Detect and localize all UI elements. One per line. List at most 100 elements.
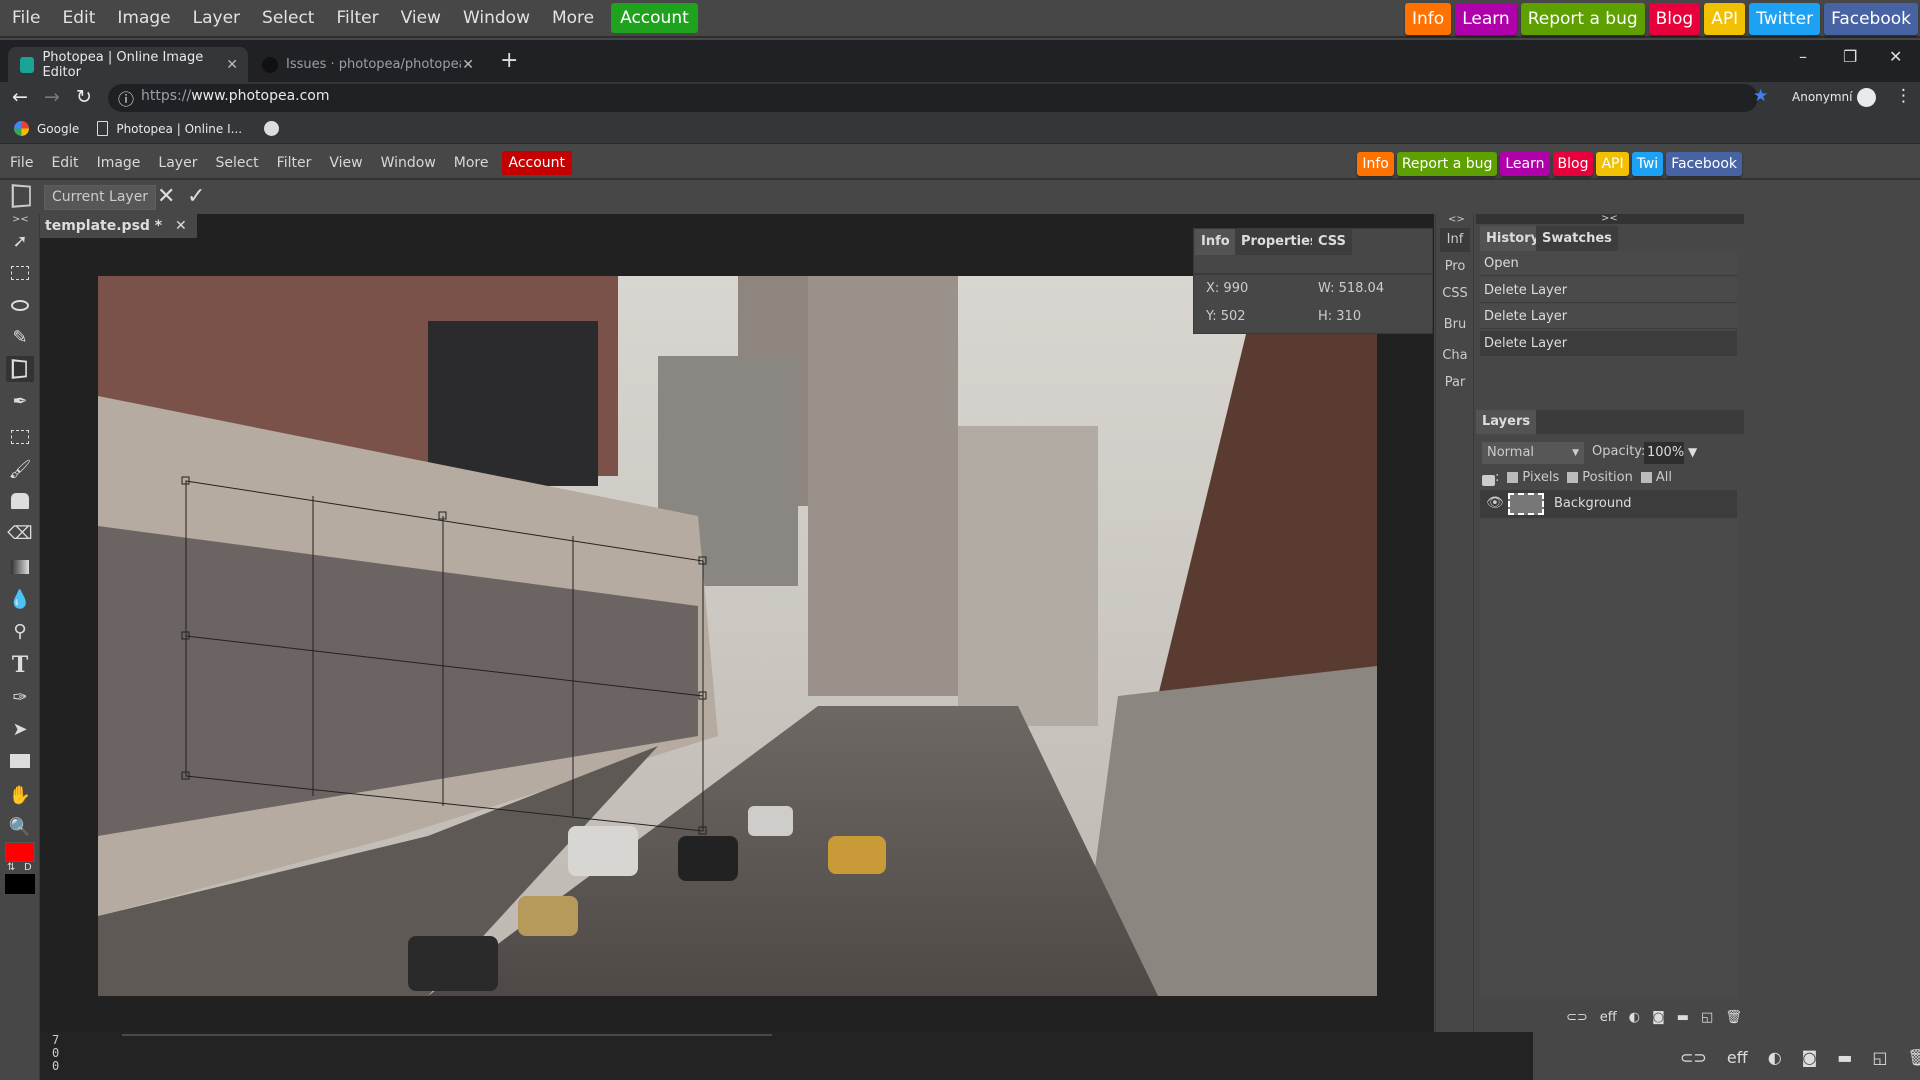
layer-mask-icon[interactable]: ◙ [1802, 1048, 1818, 1067]
pen-tool[interactable]: ✑ [6, 684, 34, 710]
delete-layer-trash-icon[interactable]: 🗑 [1725, 1010, 1742, 1025]
outer-blog-link[interactable]: Blog [1648, 3, 1701, 35]
swap-colors-icon[interactable]: ⇅ [7, 862, 15, 873]
document-tab-close-icon[interactable]: ✕ [175, 218, 187, 234]
background-color-swatch[interactable] [5, 874, 35, 894]
gradient-tool[interactable] [6, 554, 34, 580]
lasso-tool[interactable] [6, 292, 34, 318]
outer-twitter-link[interactable]: Twitter [1749, 3, 1821, 35]
clone-stamp-tool[interactable] [6, 488, 34, 514]
tab-close-icon[interactable]: ✕ [226, 57, 238, 73]
target-layer-select[interactable]: Current Layer [44, 185, 157, 210]
lock-position-checkbox[interactable] [1567, 471, 1579, 483]
url-text[interactable]: https://www.photopea.com [141, 88, 330, 104]
panel-shortcut-brush[interactable]: Bru [1440, 313, 1470, 337]
menu-more[interactable]: More [445, 155, 498, 171]
browser-tab-photopea[interactable]: Photopea | Online Image Editor ✕ [8, 47, 248, 82]
outer-menu-filter[interactable]: Filter [325, 0, 389, 36]
restore-button[interactable]: ❐ [1843, 47, 1857, 66]
outer-report-bug-link[interactable]: Report a bug [1520, 3, 1645, 35]
tab-swatches[interactable]: Swatches [1536, 226, 1618, 252]
facebook-link[interactable]: Facebook [1666, 152, 1742, 176]
outer-info-link[interactable]: Info [1405, 3, 1452, 35]
info-link[interactable]: Info [1357, 152, 1394, 176]
foreground-color-swatch[interactable] [5, 842, 35, 862]
learn-link[interactable]: Learn [1500, 152, 1550, 176]
new-group-folder-icon[interactable]: ▬ [1837, 1048, 1852, 1067]
lock-pixels-checkbox[interactable] [1507, 471, 1519, 483]
panel-shortcut-info[interactable]: Inf [1440, 228, 1470, 252]
tab-close-icon[interactable]: ✕ [462, 57, 474, 73]
document-tab[interactable]: template.psd * ✕ [40, 214, 197, 238]
history-item[interactable]: Delete Layer [1480, 331, 1737, 356]
menu-window[interactable]: Window [372, 155, 445, 171]
collapse-toolbar-handle[interactable]: >< [12, 214, 29, 225]
menu-edit[interactable]: Edit [42, 155, 87, 171]
panel-shortcut-paragraph[interactable]: Par [1440, 371, 1470, 395]
history-item[interactable]: Open [1480, 251, 1737, 276]
new-tab-button[interactable]: + [500, 48, 518, 73]
layer-mask-icon[interactable]: ◙ [1652, 1010, 1665, 1025]
outer-menu-file[interactable]: File [0, 0, 51, 36]
browser-tab-issues[interactable]: Issues · photopea/photopea · Gi ✕ [250, 47, 484, 82]
outer-account-button[interactable]: Account [611, 3, 698, 33]
browser-menu-icon[interactable]: ⋮ [1895, 86, 1912, 106]
shape-tool[interactable] [6, 748, 34, 774]
adjustment-layer-icon[interactable]: ◐ [1768, 1048, 1782, 1067]
account-button[interactable]: Account [501, 151, 573, 175]
canvas-image[interactable] [98, 276, 1377, 996]
expand-panels-handle[interactable]: <> [1448, 214, 1465, 225]
eyedropper-tool[interactable]: ✒ [6, 388, 34, 414]
bookmark-photopea[interactable]: Photopea | Online I... [97, 121, 242, 136]
panel-shortcut-css[interactable]: CSS [1440, 282, 1470, 306]
patch-tool[interactable] [6, 424, 34, 450]
default-colors-icon[interactable]: D [24, 862, 32, 873]
incognito-icon[interactable] [1857, 88, 1876, 107]
tab-properties[interactable]: Properties [1235, 229, 1324, 255]
site-info-icon[interactable]: ⓘ [118, 86, 134, 110]
cancel-transform-button[interactable]: ✕ [157, 184, 175, 209]
zoom-tool[interactable]: 🔍 [6, 814, 34, 840]
lock-all-checkbox[interactable] [1640, 471, 1652, 483]
collapse-panels-handle[interactable]: >< [1601, 213, 1618, 224]
history-item[interactable]: Delete Layer [1480, 278, 1737, 303]
horizontal-scrollbar[interactable] [122, 1034, 772, 1036]
type-tool[interactable]: T [6, 652, 34, 678]
delete-layer-trash-icon[interactable]: 🗑 [1907, 1048, 1920, 1067]
effects-button[interactable]: eff [1600, 1010, 1617, 1025]
forward-button[interactable]: → [44, 86, 60, 108]
outer-facebook-link[interactable]: Facebook [1824, 3, 1918, 35]
blog-link[interactable]: Blog [1552, 152, 1594, 176]
move-tool[interactable]: ➚ [6, 228, 34, 254]
adjustment-layer-icon[interactable]: ◐ [1629, 1010, 1640, 1025]
effects-button[interactable]: eff [1727, 1048, 1748, 1067]
tab-info[interactable]: Info [1195, 229, 1236, 255]
menu-select[interactable]: Select [206, 155, 267, 171]
blend-mode-select[interactable]: Normal ▼ [1482, 442, 1584, 464]
panel-shortcut-character[interactable]: Cha [1440, 344, 1470, 368]
outer-menu-edit[interactable]: Edit [51, 0, 106, 36]
commit-transform-button[interactable]: ✓ [187, 184, 205, 209]
window-close-button[interactable]: ✕ [1889, 47, 1902, 66]
hand-tool[interactable]: ✋ [6, 782, 34, 808]
panel-shortcut-properties[interactable]: Pro [1440, 255, 1470, 279]
report-bug-link[interactable]: Report a bug [1396, 152, 1498, 176]
outer-menu-select[interactable]: Select [251, 0, 325, 36]
history-item[interactable]: Delete Layer [1480, 304, 1737, 329]
eraser-tool[interactable]: ⌫ [6, 520, 34, 546]
menu-image[interactable]: Image [88, 155, 150, 171]
bookmark-star-icon[interactable]: ★ [1753, 86, 1768, 106]
new-layer-icon[interactable]: ◱ [1872, 1048, 1887, 1067]
layer-row[interactable]: 👁 Background [1480, 490, 1737, 518]
brush-tool[interactable]: 🖌 [6, 456, 34, 482]
outer-menu-layer[interactable]: Layer [182, 0, 251, 36]
outer-learn-link[interactable]: Learn [1455, 3, 1517, 35]
menu-filter[interactable]: Filter [268, 155, 321, 171]
tab-css[interactable]: CSS [1312, 229, 1352, 255]
dodge-tool[interactable]: ⚲ [6, 618, 34, 644]
omnibox[interactable] [108, 84, 1758, 112]
outer-menu-window[interactable]: Window [452, 0, 541, 36]
menu-file[interactable]: File [0, 155, 42, 171]
outer-menu-image[interactable]: Image [106, 0, 181, 36]
marquee-tool[interactable] [6, 260, 34, 286]
